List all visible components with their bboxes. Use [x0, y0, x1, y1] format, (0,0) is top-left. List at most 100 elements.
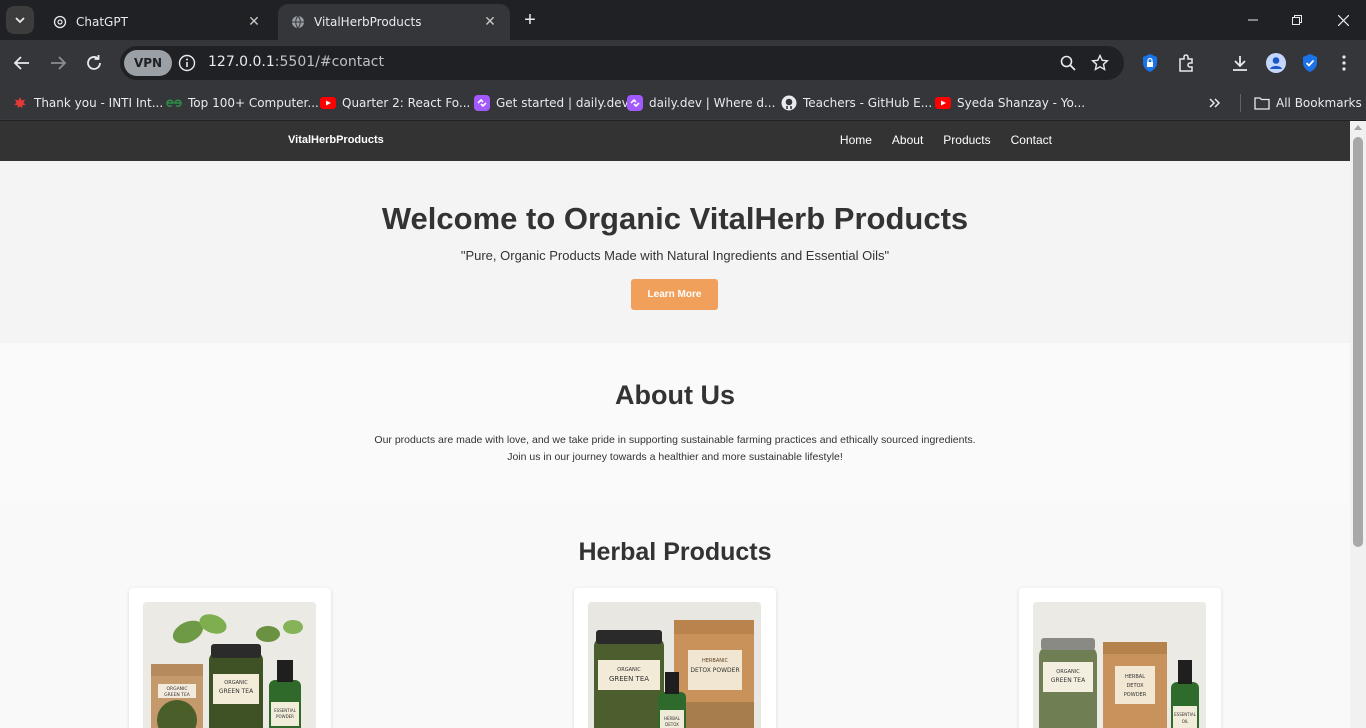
forward-button[interactable]: [44, 49, 72, 77]
double-chevron-right-icon: [1209, 98, 1221, 108]
svg-text:HERBAL: HERBAL: [1125, 674, 1145, 680]
about-text-line-2: Join us in our journey towards a healthi…: [507, 451, 843, 463]
product-card[interactable]: ORGANIC GREEN TEA ORGANIC GREEN TEA ESSE…: [129, 588, 331, 728]
tab-chatgpt[interactable]: ChatGPT ✕: [40, 4, 274, 40]
product-image[interactable]: ORGANIC GREEN TEA ORGANIC GREEN TEA ESSE…: [143, 602, 316, 728]
globe-icon: [290, 14, 306, 30]
more-bookmarks-button[interactable]: [1208, 92, 1222, 114]
profile-avatar-icon[interactable]: [1264, 51, 1288, 75]
close-icon: [1337, 14, 1349, 26]
minimize-icon: [1248, 19, 1258, 21]
svg-text:OIL: OIL: [1182, 719, 1189, 724]
tab-search-button[interactable]: [6, 6, 34, 34]
bookmark-item[interactable]: daily.dev | Where d...: [627, 92, 775, 114]
dailydev-icon: [474, 95, 490, 111]
page-viewport: VitalHerbProducts Home About Products Co…: [0, 121, 1350, 728]
bookmarks-divider: [1240, 94, 1241, 112]
products-title: Herbal Products: [578, 538, 772, 566]
about-text-line-1: Our products are made with love, and we …: [374, 434, 976, 446]
site-info-icon[interactable]: [178, 54, 196, 72]
page-scrollbar[interactable]: [1350, 121, 1366, 728]
nav-contact-link[interactable]: Contact: [1011, 133, 1052, 147]
arrow-right-icon: [51, 56, 67, 70]
svg-text:POWDER: POWDER: [276, 714, 294, 719]
bookmark-item[interactable]: Quarter 2: React Fo...: [320, 92, 470, 114]
product-card[interactable]: ORGANIC GREEN TEA HERBAL DETOX POWDER ES…: [1019, 588, 1221, 728]
about-title: About Us: [615, 380, 735, 410]
svg-text:GREEN TEA: GREEN TEA: [219, 688, 254, 695]
dailydev-icon: [627, 95, 643, 111]
bookmark-label: Syeda Shanzay - Yo...: [957, 96, 1086, 110]
menu-kebab-icon[interactable]: [1332, 51, 1356, 75]
svg-text:HERBAL: HERBAL: [664, 716, 681, 721]
bookmark-label: Get started | daily.dev: [496, 96, 629, 110]
product-image[interactable]: ORGANIC GREEN TEA HERBAL DETOX POWDER ES…: [1033, 602, 1206, 728]
bookmark-item[interactable]: Teachers - GitHub E...: [781, 92, 932, 114]
svg-text:ORGANIC: ORGANIC: [1056, 669, 1080, 675]
restore-button[interactable]: [1274, 0, 1320, 40]
gfg-icon: [166, 95, 182, 111]
bookmark-item[interactable]: Get started | daily.dev: [474, 92, 629, 114]
vpn-button[interactable]: VPN: [124, 50, 172, 76]
site-brand[interactable]: VitalHerbProducts: [288, 134, 384, 146]
svg-text:POWDER: POWDER: [1124, 692, 1147, 698]
product-card[interactable]: HERBANIC DETOX POWDER ORGANIC GREEN TEA …: [574, 588, 776, 728]
extensions-icon[interactable]: [1174, 51, 1198, 75]
bookmark-label: Thank you - INTI Int...: [34, 96, 164, 110]
minimize-button[interactable]: [1230, 0, 1276, 40]
download-icon[interactable]: [1228, 51, 1252, 75]
all-bookmarks-button[interactable]: All Bookmarks: [1254, 92, 1362, 114]
scroll-up-arrow-icon[interactable]: [1354, 125, 1362, 130]
svg-text:DETOX: DETOX: [1126, 683, 1144, 689]
nav-about-link[interactable]: About: [892, 133, 923, 147]
arrow-left-icon: [13, 56, 29, 70]
chevron-down-icon: [15, 17, 25, 24]
bookmark-label: Quarter 2: React Fo...: [342, 96, 471, 110]
svg-text:GREEN TEA: GREEN TEA: [1051, 677, 1086, 684]
svg-text:DETOX: DETOX: [665, 722, 679, 727]
url-host: 127.0.0.1: [208, 54, 275, 70]
tab-title: ChatGPT: [76, 15, 128, 29]
hero-section: Welcome to Organic VitalHerb Products "P…: [0, 161, 1350, 343]
site-navbar: VitalHerbProducts Home About Products Co…: [0, 121, 1350, 161]
vpn-label: VPN: [133, 56, 163, 70]
all-bookmarks-label: All Bookmarks: [1276, 96, 1362, 110]
restore-icon: [1292, 15, 1302, 25]
close-tab-icon[interactable]: ✕: [246, 14, 262, 30]
security-shield-icon[interactable]: [1298, 51, 1322, 75]
scroll-thumb[interactable]: [1353, 137, 1363, 547]
new-tab-button[interactable]: +: [518, 8, 542, 32]
site-nav-links: Home About Products Contact: [840, 133, 1052, 147]
bookmark-label: daily.dev | Where d...: [649, 96, 776, 110]
svg-text:GREEN TEA: GREEN TEA: [164, 692, 191, 698]
svg-text:ESSENTIAL: ESSENTIAL: [274, 708, 296, 713]
close-window-button[interactable]: [1320, 0, 1366, 40]
tab-vitalherb[interactable]: VitalHerbProducts ✕: [278, 4, 510, 40]
url-text[interactable]: 127.0.0.1:5501/#contact: [208, 54, 384, 70]
learn-more-button[interactable]: Learn More: [631, 279, 718, 310]
back-button[interactable]: [8, 49, 36, 77]
url-path: :5501/#contact: [274, 54, 384, 70]
bookmark-item[interactable]: Syeda Shanzay - Yo...: [935, 92, 1085, 114]
youtube-icon: [320, 95, 336, 111]
nav-home-link[interactable]: Home: [840, 133, 872, 147]
product-image[interactable]: HERBANIC DETOX POWDER ORGANIC GREEN TEA …: [588, 602, 761, 728]
zoom-icon[interactable]: [1058, 53, 1078, 73]
bookmark-label: Top 100+ Computer...: [188, 96, 319, 110]
hero-subtitle: "Pure, Organic Products Made with Natura…: [460, 248, 890, 263]
svg-text:ORGANIC: ORGANIC: [224, 680, 248, 686]
browser-toolbar: VPN 127.0.0.1:5501/#contact: [0, 40, 1366, 86]
svg-text:ORGANIC: ORGANIC: [166, 686, 187, 692]
bookmark-label: Teachers - GitHub E...: [803, 96, 933, 110]
close-tab-icon[interactable]: ✕: [482, 14, 498, 30]
bookmarks-bar: Thank you - INTI Int... Top 100+ Compute…: [0, 86, 1366, 120]
bookmark-item[interactable]: Thank you - INTI Int...: [12, 92, 163, 114]
github-icon: [781, 95, 797, 111]
reload-button[interactable]: [80, 49, 108, 77]
nav-products-link[interactable]: Products: [943, 133, 990, 147]
password-manager-icon[interactable]: [1138, 51, 1162, 75]
bookmark-star-icon[interactable]: [1090, 53, 1110, 73]
bookmark-item[interactable]: Top 100+ Computer...: [166, 92, 319, 114]
address-bar[interactable]: VPN 127.0.0.1:5501/#contact: [120, 46, 1124, 80]
maple-leaf-icon: [12, 95, 28, 111]
